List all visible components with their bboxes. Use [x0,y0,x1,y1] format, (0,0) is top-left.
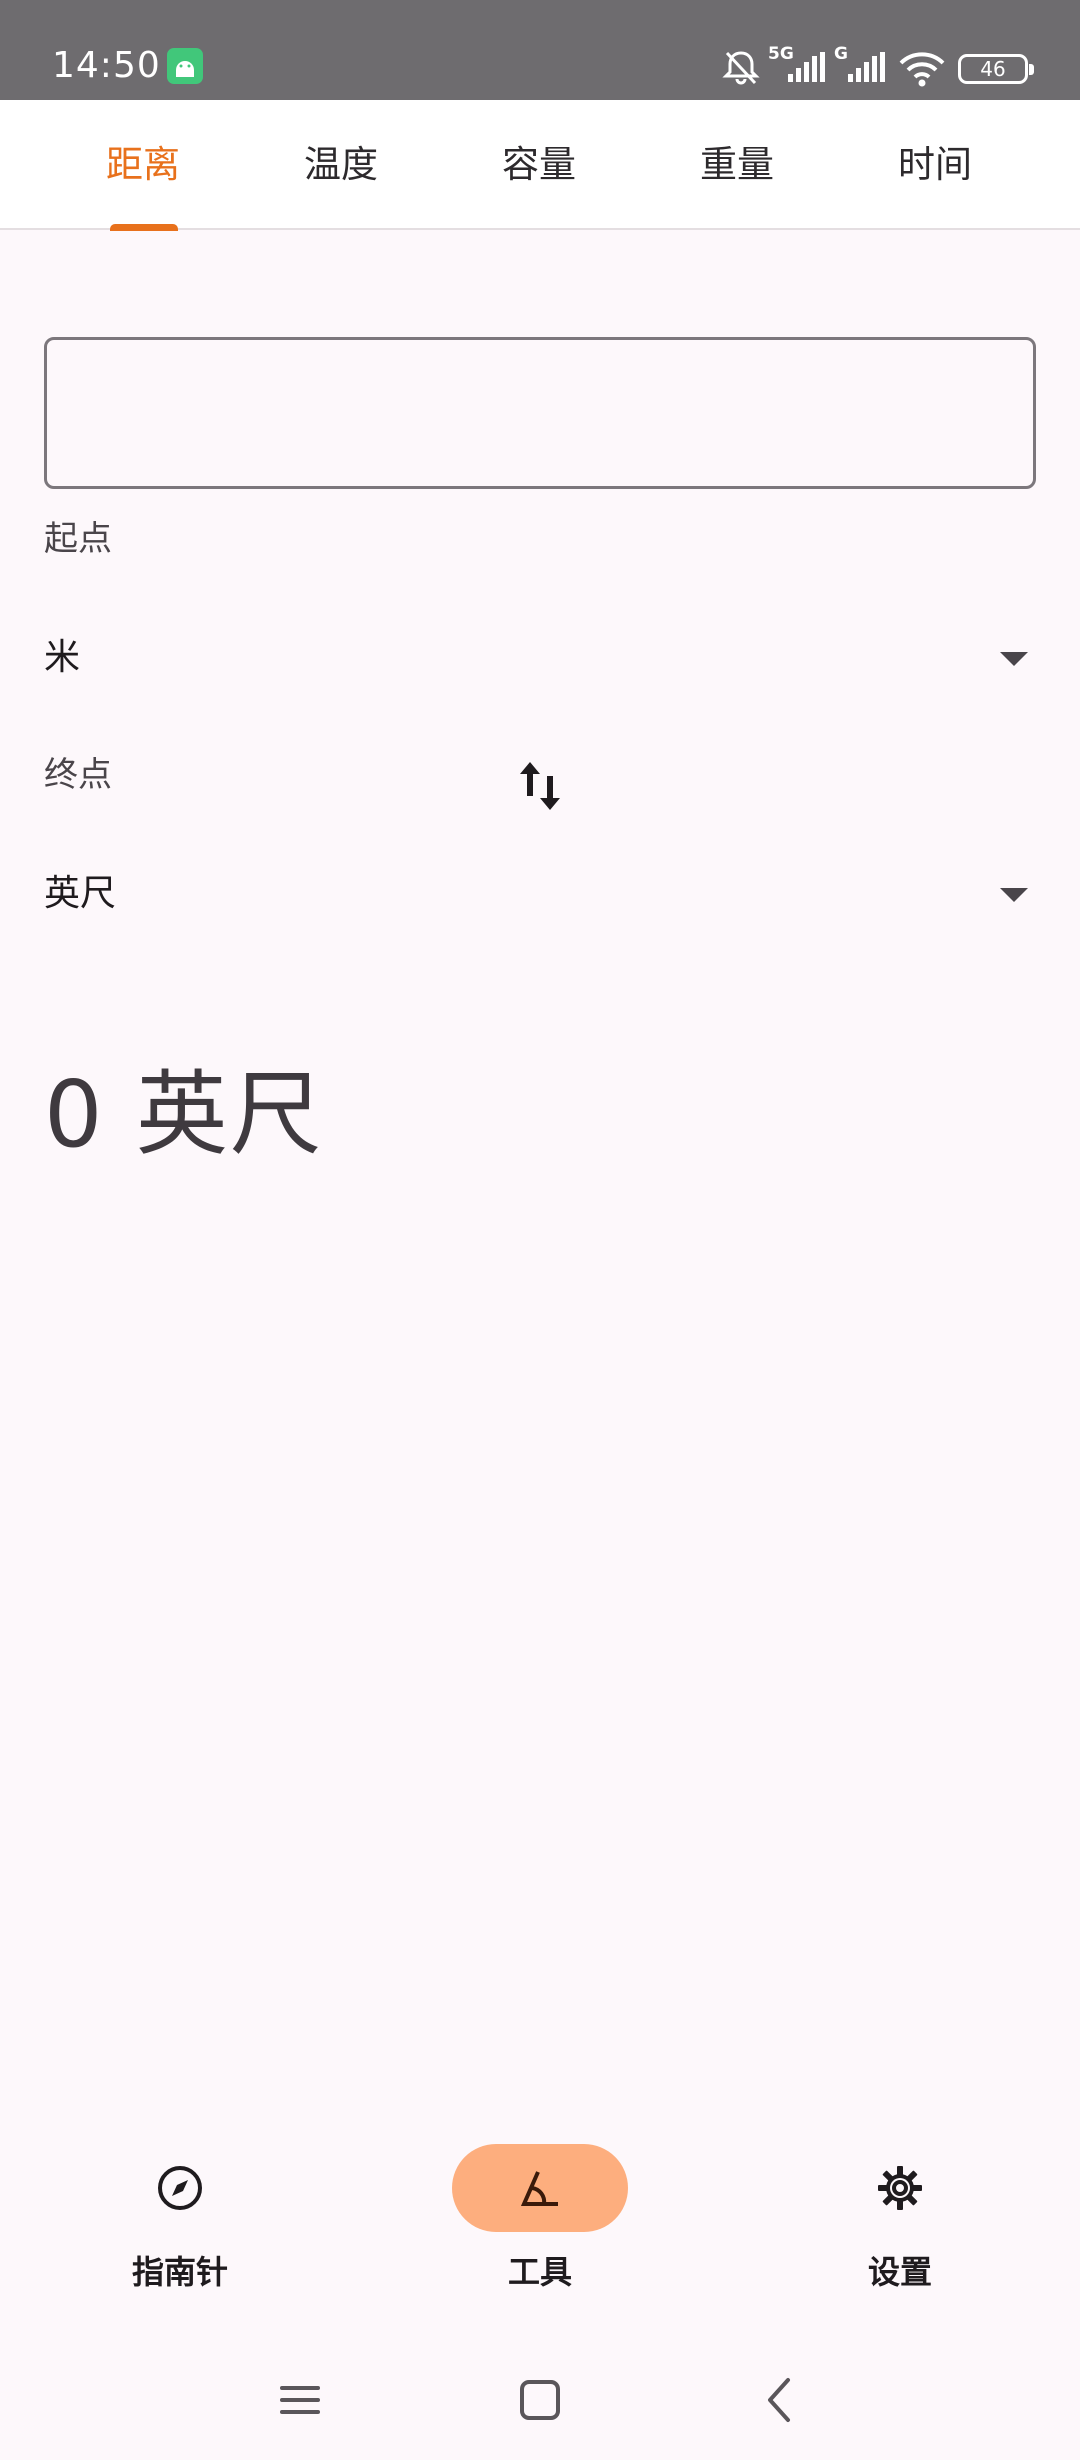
nav-label-compass: 指南针 [131,2253,228,2291]
screen: 14:50 5G G 46 距离 温度 容量 重量 时间 起点 米 终点 英尺 … [0,0,1080,2460]
battery-indicator: 46 [958,54,1034,84]
nav-compass[interactable]: 指南针 [60,2110,300,2310]
bottom-navigation: 指南针 工具 设置 [0,2110,1080,2310]
bell-muted-icon [722,51,760,85]
to-unit-value: 英尺 [44,873,117,914]
tab-weight[interactable]: 重量 [638,100,836,230]
nav-tools[interactable]: 工具 [420,2110,660,2310]
to-label: 终点 [44,755,112,795]
nav-label-settings: 设置 [867,2253,932,2291]
tab-time[interactable]: 时间 [836,100,1034,230]
wifi-icon [899,52,945,87]
signal-icon-2 [848,52,885,82]
nav-settings[interactable]: 设置 [780,2110,1020,2310]
recent-apps-button[interactable] [268,2368,332,2432]
swap-units-button[interactable] [512,756,568,816]
system-navigation-bar [0,2340,1080,2460]
status-bar: 14:50 5G G 46 [0,0,1080,100]
back-button[interactable] [748,2368,812,2432]
tab-temperature[interactable]: 温度 [242,100,440,230]
from-label: 起点 [44,519,112,559]
android-notification-icon [167,48,203,84]
swap-arrows-icon [520,762,560,810]
nav-label-tools: 工具 [507,2253,572,2291]
value-input[interactable] [44,337,1036,489]
from-unit-select[interactable]: 米 [44,618,1036,698]
conversion-result: 0 英尺 [44,1061,324,1168]
nav-icon-container-active [452,2144,628,2232]
back-chevron-icon [768,2378,790,2422]
nav-icon-container [812,2144,988,2232]
signal-icon-1 [788,52,825,82]
home-button[interactable] [508,2368,572,2432]
from-unit-value: 米 [44,637,81,678]
status-time: 14:50 [52,45,161,86]
home-square-icon [520,2380,560,2420]
angle-tool-icon [520,2171,558,2206]
tab-distance[interactable]: 距离 [44,100,242,230]
active-tab-indicator [110,224,178,231]
category-tab-bar: 距离 温度 容量 重量 时间 [0,100,1080,231]
gear-icon [878,2166,922,2210]
chevron-down-icon [1000,652,1028,666]
chevron-down-icon [1000,888,1028,902]
tab-volume[interactable]: 容量 [440,100,638,230]
compass-icon [158,2166,202,2210]
to-unit-select[interactable]: 英尺 [44,854,1036,934]
nav-icon-container [92,2144,268,2232]
menu-icon [280,2386,320,2414]
